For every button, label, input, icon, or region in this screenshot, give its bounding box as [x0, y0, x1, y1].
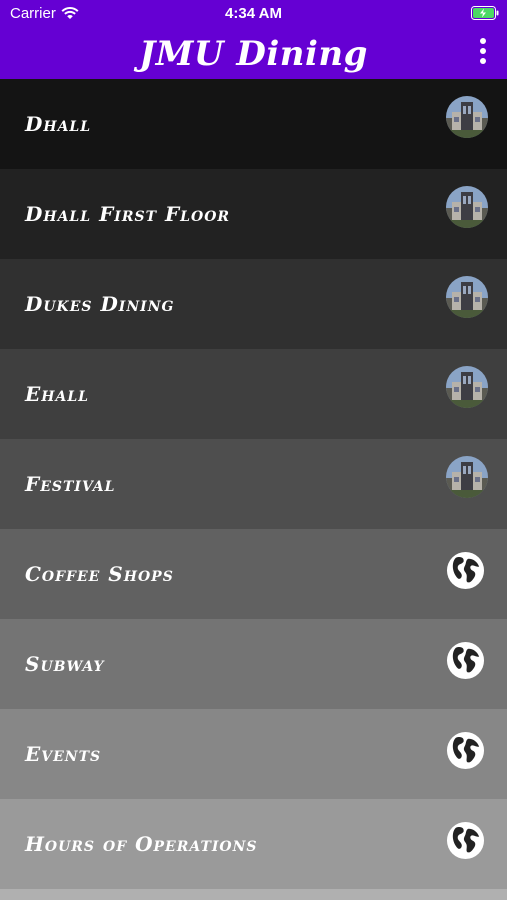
battery-charging-icon [471, 6, 499, 20]
building-photo-icon [446, 96, 488, 138]
dining-location-list: Dhall Dhall First Floor Dukes Dining Eha… [0, 79, 507, 889]
menu-dot [480, 38, 486, 44]
building-photo-icon [446, 456, 488, 498]
location-label: Ehall [25, 382, 90, 406]
location-row-subway[interactable]: Subway [0, 619, 507, 709]
location-label: Events [25, 742, 102, 766]
app-title: JMU Dining [139, 34, 368, 74]
globe-icon [446, 641, 485, 680]
location-label: Dhall [25, 112, 92, 136]
location-label: Coffee Shops [25, 562, 174, 586]
globe-icon [446, 551, 485, 590]
location-label: Hours of Operations [25, 832, 258, 856]
clock: 4:34 AM [225, 5, 282, 22]
building-photo-icon [446, 366, 488, 408]
location-row-hours-of-operations[interactable]: Hours of Operations [0, 799, 507, 889]
location-row-events[interactable]: Events [0, 709, 507, 799]
menu-dot [480, 58, 486, 64]
location-label: Dhall First Floor [25, 202, 231, 226]
building-photo-icon [446, 276, 488, 318]
location-label: Dukes Dining [25, 292, 175, 316]
location-row-dukes-dining[interactable]: Dukes Dining [0, 259, 507, 349]
location-row-ehall[interactable]: Ehall [0, 349, 507, 439]
location-row-festival[interactable]: Festival [0, 439, 507, 529]
location-label: Festival [25, 472, 116, 496]
globe-icon [446, 731, 485, 770]
more-options-button[interactable] [470, 36, 496, 66]
app-header: Carrier 4:34 AM JMU Dining [0, 0, 507, 79]
status-bar: Carrier 4:34 AM [0, 0, 507, 28]
location-label: Subway [25, 652, 105, 676]
globe-icon [446, 821, 485, 860]
location-row-dhall[interactable]: Dhall [0, 79, 507, 169]
building-photo-icon [446, 186, 488, 228]
location-row-coffee-shops[interactable]: Coffee Shops [0, 529, 507, 619]
menu-dot [480, 48, 486, 54]
location-row-dhall-first-floor[interactable]: Dhall First Floor [0, 169, 507, 259]
